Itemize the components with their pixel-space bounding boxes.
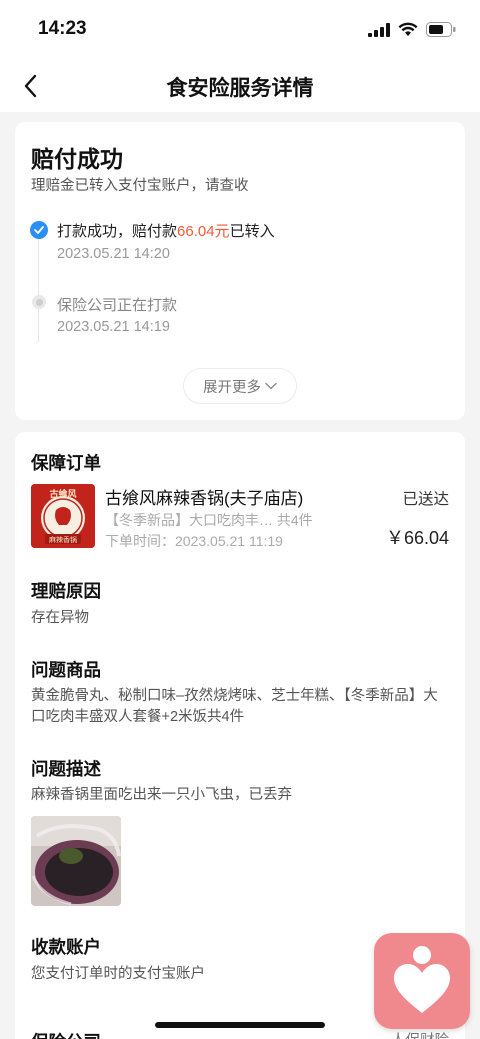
- problem-items-title: 问题商品: [31, 660, 101, 680]
- heart-icon: [394, 946, 450, 1013]
- order-items-summary: 【冬季新品】大口吃肉丰… 共4件: [105, 512, 313, 528]
- order-price: ￥66.04: [385, 528, 449, 548]
- timeline-time-paying: 2023.05.21 14:19: [57, 319, 170, 335]
- expand-more-button[interactable]: 展开更多: [183, 368, 297, 404]
- claim-status-title: 赔付成功: [31, 146, 123, 172]
- evidence-photo[interactable]: [31, 816, 121, 906]
- signal-icon: [368, 22, 390, 37]
- claim-status-subtitle: 理赔金已转入支付宝账户，请查收: [31, 178, 249, 194]
- problem-desc-title: 问题描述: [31, 759, 101, 779]
- status-icons: [368, 22, 456, 37]
- reason-title: 理赔原因: [31, 581, 101, 601]
- timeline-paid-suffix: 已转入: [229, 223, 275, 240]
- store-name[interactable]: 古飨风麻辣香锅(夫子庙店): [105, 484, 303, 509]
- floating-help-button[interactable]: [374, 933, 470, 1029]
- timeline-time-paid: 2023.05.21 14:20: [57, 246, 170, 262]
- wifi-icon: [398, 22, 418, 36]
- logo-text-top: 古飨风: [49, 488, 76, 500]
- problem-items-text: 黄金脆骨丸、秘制口味–孜然烧烤味、芝士年糕、【冬季新品】大口吃肉丰盛双人套餐+2…: [31, 688, 438, 725]
- pending-dot-icon: [32, 295, 46, 309]
- problem-desc-text: 麻辣香锅里面吃出来一只小飞虫，已丢弃: [31, 787, 292, 803]
- page-title: 食安险服务详情: [166, 77, 314, 100]
- timeline-line: [38, 230, 39, 342]
- store-logo[interactable]: 古飨风 麻辣香锅: [31, 484, 95, 548]
- status-bar: 14:23: [0, 0, 480, 60]
- timeline-item-paid: 打款成功，赔付款66.04元已转入: [57, 220, 275, 241]
- order-section-title: 保障订单: [31, 453, 101, 473]
- chevron-down-icon: [265, 382, 277, 390]
- order-time: 下单时间：2023.05.21 11:19: [105, 533, 283, 549]
- home-indicator: [155, 1022, 325, 1028]
- payee-text: 您支付订单时的支付宝账户: [31, 966, 205, 982]
- check-icon: [30, 221, 48, 239]
- nav-bar: 食安险服务详情: [0, 60, 480, 112]
- expand-more-label: 展开更多: [203, 379, 261, 396]
- battery-icon: [426, 22, 456, 37]
- order-status: 已送达: [402, 491, 449, 508]
- payee-title: 收款账户: [31, 937, 101, 957]
- payout-amount: 66.04元: [177, 223, 230, 240]
- status-time: 14:23: [38, 18, 87, 39]
- timeline-item-paying: 保险公司正在打款: [57, 297, 178, 314]
- reason-text: 存在异物: [31, 610, 89, 626]
- timeline-paid-prefix: 打款成功，赔付款: [57, 223, 178, 240]
- insurer-title: 保险公司: [31, 1029, 101, 1039]
- logo-text-bottom: 麻辣香锅: [49, 535, 77, 544]
- insurer-value: 人保财险: [391, 1031, 449, 1039]
- claim-status-card: 赔付成功 理赔金已转入支付宝账户，请查收 打款成功，赔付款66.04元已转入 2…: [15, 122, 465, 420]
